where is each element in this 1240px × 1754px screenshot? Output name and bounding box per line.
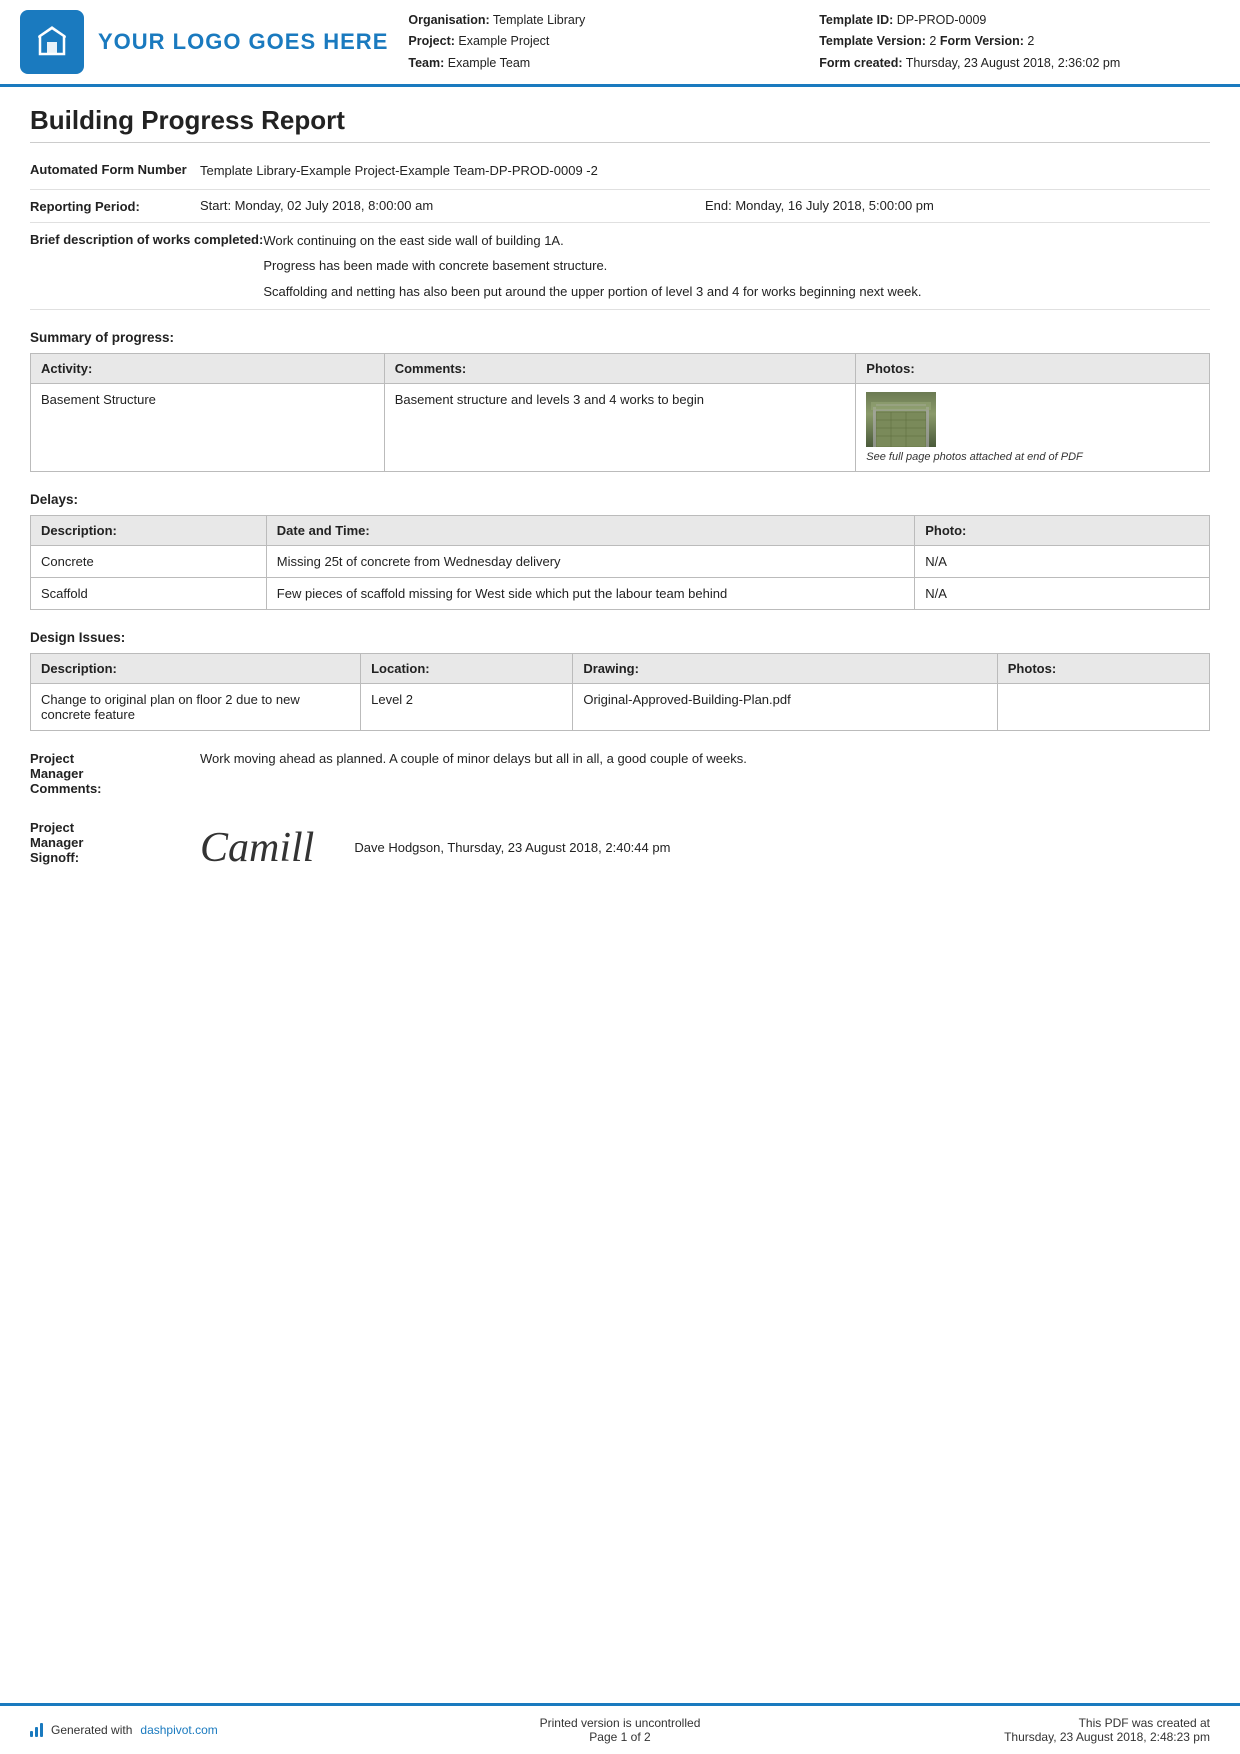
delays-header-photo: Photo: (915, 516, 1210, 546)
design-header-location: Location: (361, 654, 573, 684)
header: YOUR LOGO GOES HERE Organisation: Templa… (0, 0, 1240, 87)
design-photos-1 (997, 684, 1209, 731)
page-label: Page 1 of 2 (423, 1730, 816, 1744)
pm-signoff-name: Dave Hodgson, Thursday, 23 August 2018, … (354, 840, 670, 855)
brand-link[interactable]: dashpivot.com (140, 1723, 217, 1737)
project-line: Project: Example Project (408, 31, 799, 52)
delays-desc-1: Concrete (31, 546, 267, 578)
summary-table: Activity: Comments: Photos: Basement Str… (30, 353, 1210, 472)
summary-header-activity: Activity: (31, 354, 385, 384)
pm-signoff-label-text: ProjectManagerSignoff: (30, 820, 83, 865)
photo-caption: See full page photos attached at end of … (866, 451, 1082, 463)
logo-section: YOUR LOGO GOES HERE (20, 10, 388, 74)
pm-comments-label-text: ProjectManagerComments: (30, 751, 102, 796)
design-header-description: Description: (31, 654, 361, 684)
template-id-line: Template ID: DP-PROD-0009 (819, 10, 1210, 31)
pm-signoff-content: Camill (200, 820, 314, 872)
form-number-label: Automated Form Number (30, 161, 200, 177)
brief-line-1: Work continuing on the east side wall of… (263, 231, 1210, 251)
delays-datetime-2: Few pieces of scaffold missing for West … (266, 578, 914, 610)
pm-comments-value: Work moving ahead as planned. A couple o… (200, 751, 1210, 766)
summary-activity-1: Basement Structure (31, 384, 385, 472)
delays-header-row: Description: Date and Time: Photo: (31, 516, 1210, 546)
summary-section-title: Summary of progress: (30, 330, 1210, 345)
report-title: Building Progress Report (30, 105, 1210, 143)
pdf-created-label: This PDF was created at (817, 1716, 1210, 1730)
pm-signoff-row: ProjectManagerSignoff: Camill Dave Hodgs… (30, 812, 1210, 880)
summary-header-comments: Comments: (384, 354, 856, 384)
footer: Generated with dashpivot.com Printed ver… (0, 1703, 1240, 1754)
delays-datetime-1: Missing 25t of concrete from Wednesday d… (266, 546, 914, 578)
bar-2 (35, 1727, 38, 1737)
page: YOUR LOGO GOES HERE Organisation: Templa… (0, 0, 1240, 1754)
footer-left: Generated with dashpivot.com (30, 1723, 423, 1737)
brief-description-label: Brief description of works completed: (30, 231, 263, 247)
building-svg (871, 402, 931, 447)
design-issues-table: Description: Location: Drawing: Photos: … (30, 653, 1210, 731)
design-issues-header-row: Description: Location: Drawing: Photos: (31, 654, 1210, 684)
design-drawing-1: Original-Approved-Building-Plan.pdf (573, 684, 997, 731)
summary-row-1: Basement Structure Basement structure an… (31, 384, 1210, 472)
generated-text: Generated with (51, 1723, 132, 1737)
delays-row-2: Scaffold Few pieces of scaffold missing … (31, 578, 1210, 610)
form-number-row: Automated Form Number Template Library-E… (30, 153, 1210, 190)
form-number-value: Template Library-Example Project-Example… (200, 161, 1210, 181)
pm-signoff-name-area: Dave Hodgson, Thursday, 23 August 2018, … (314, 820, 1210, 855)
design-issues-section-title: Design Issues: (30, 630, 1210, 645)
delays-header-description: Description: (31, 516, 267, 546)
brief-description-row: Brief description of works completed: Wo… (30, 223, 1210, 311)
summary-comments-1: Basement structure and levels 3 and 4 wo… (384, 384, 856, 472)
reporting-period-start: Start: Monday, 02 July 2018, 8:00:00 am (200, 198, 705, 213)
delays-table: Description: Date and Time: Photo: Concr… (30, 515, 1210, 610)
org-line: Organisation: Template Library (408, 10, 799, 31)
pm-comments-label: ProjectManagerComments: (30, 751, 200, 796)
design-header-photos: Photos: (997, 654, 1209, 684)
template-version-line: Template Version: 2 Form Version: 2 (819, 31, 1210, 52)
summary-header-row: Activity: Comments: Photos: (31, 354, 1210, 384)
signature-image: Camill (200, 824, 314, 872)
logo-icon (20, 10, 84, 74)
reporting-period-end: End: Monday, 16 July 2018, 5:00:00 pm (705, 198, 1210, 213)
header-template-info: Template ID: DP-PROD-0009 Template Versi… (819, 10, 1210, 74)
design-issues-row-1: Change to original plan on floor 2 due t… (31, 684, 1210, 731)
signature-text: Camill (200, 825, 314, 871)
photo-cell: See full page photos attached at end of … (866, 392, 1199, 463)
design-header-drawing: Drawing: (573, 654, 997, 684)
pdf-created-value: Thursday, 23 August 2018, 2:48:23 pm (817, 1730, 1210, 1744)
footer-center: Printed version is uncontrolled Page 1 o… (423, 1716, 816, 1744)
bar-3 (40, 1723, 43, 1737)
reporting-period-values: Start: Monday, 02 July 2018, 8:00:00 am … (200, 198, 1210, 213)
delays-row-1: Concrete Missing 25t of concrete from We… (31, 546, 1210, 578)
header-org-info: Organisation: Template Library Project: … (408, 10, 799, 74)
brief-line-2: Progress has been made with concrete bas… (263, 256, 1210, 276)
logo-text: YOUR LOGO GOES HERE (98, 29, 388, 55)
content: Building Progress Report Automated Form … (0, 87, 1240, 1703)
pm-signoff-label: ProjectManagerSignoff: (30, 820, 200, 865)
delays-section-title: Delays: (30, 492, 1210, 507)
logo-svg (32, 22, 72, 62)
dashpivot-bar-icon (30, 1723, 43, 1737)
delays-header-datetime: Date and Time: (266, 516, 914, 546)
delays-photo-1: N/A (915, 546, 1210, 578)
reporting-period-label: Reporting Period: (30, 198, 200, 214)
brief-line-3: Scaffolding and netting has also been pu… (263, 282, 1210, 302)
bar-1 (30, 1731, 33, 1737)
building-thumbnail (866, 392, 936, 447)
design-desc-1: Change to original plan on floor 2 due t… (31, 684, 361, 731)
team-line: Team: Example Team (408, 53, 799, 74)
print-notice: Printed version is uncontrolled (423, 1716, 816, 1730)
summary-photos-1: See full page photos attached at end of … (856, 384, 1210, 472)
brief-description-value: Work continuing on the east side wall of… (263, 231, 1210, 302)
form-created-line: Form created: Thursday, 23 August 2018, … (819, 53, 1210, 74)
reporting-period-row: Reporting Period: Start: Monday, 02 July… (30, 190, 1210, 223)
footer-right: This PDF was created at Thursday, 23 Aug… (817, 1716, 1210, 1744)
delays-photo-2: N/A (915, 578, 1210, 610)
summary-header-photos: Photos: (856, 354, 1210, 384)
pm-comments-row: ProjectManagerComments: Work moving ahea… (30, 743, 1210, 804)
design-location-1: Level 2 (361, 684, 573, 731)
delays-desc-2: Scaffold (31, 578, 267, 610)
